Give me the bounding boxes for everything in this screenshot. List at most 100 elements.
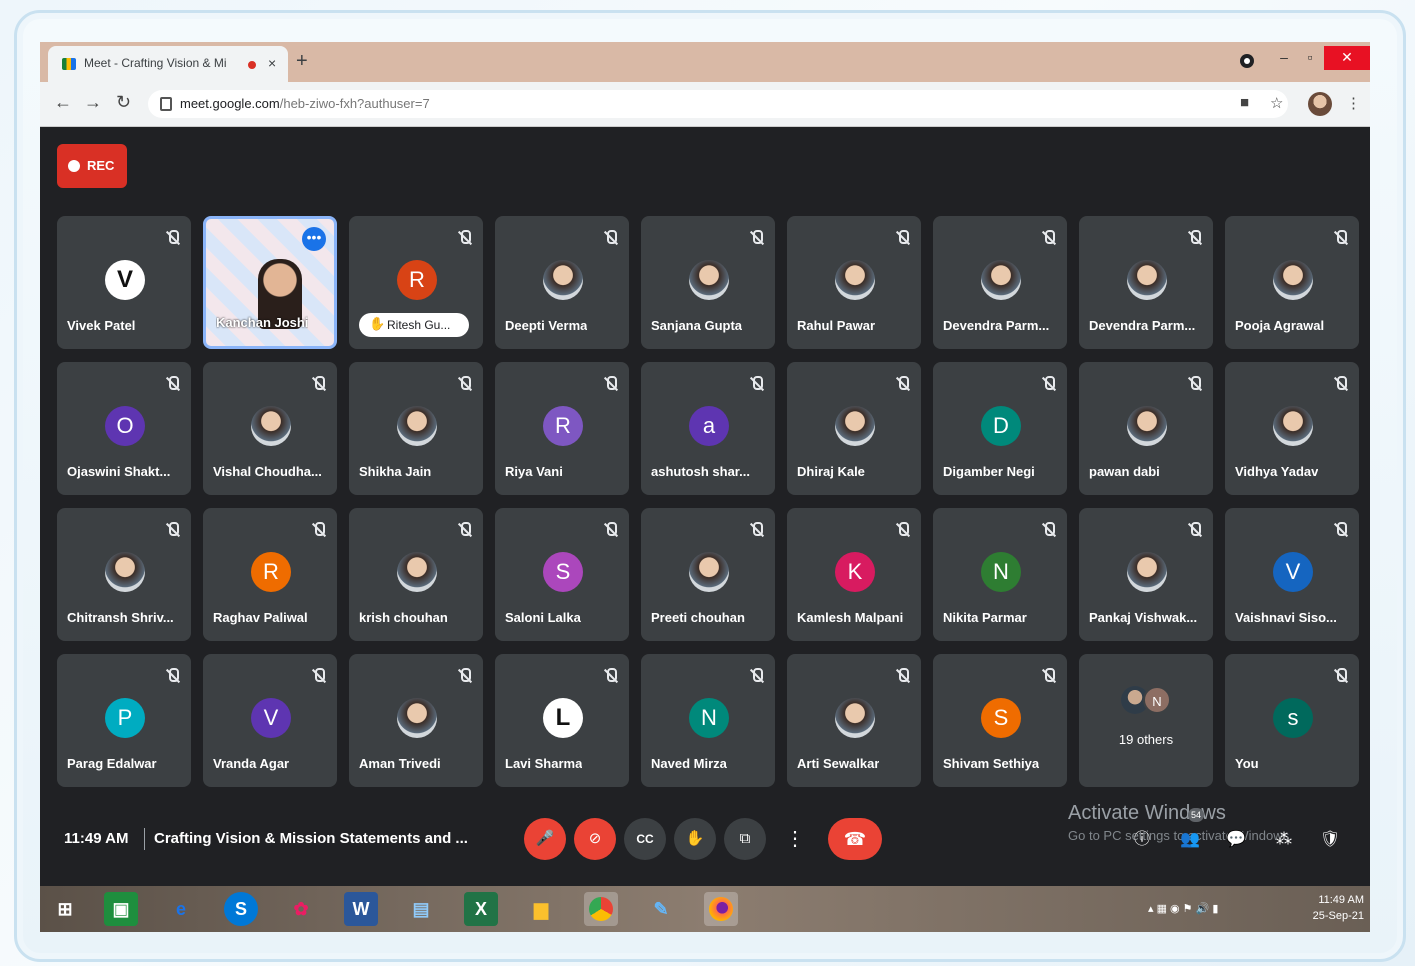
mic-muted-icon bbox=[165, 522, 179, 540]
participant-tile[interactable]: Arti Sewalkar bbox=[787, 654, 921, 787]
more-options-button[interactable]: ⋮ bbox=[774, 818, 816, 860]
participant-tile[interactable]: R Raghav Paliwal bbox=[203, 508, 337, 641]
participant-tile[interactable]: K Kamlesh Malpani bbox=[787, 508, 921, 641]
paint3d-icon[interactable]: ✎ bbox=[644, 892, 678, 926]
mic-muted-icon bbox=[311, 376, 325, 394]
tab-close-icon[interactable]: × bbox=[268, 55, 276, 71]
participant-tile[interactable]: D Digamber Negi bbox=[933, 362, 1067, 495]
avatar bbox=[1273, 260, 1313, 300]
participant-tile[interactable]: Devendra Parm... bbox=[1079, 216, 1213, 349]
mic-muted-icon bbox=[1333, 376, 1347, 394]
participant-tile[interactable]: Pankaj Vishwak... bbox=[1079, 508, 1213, 641]
profile-indicator-icon[interactable] bbox=[1240, 54, 1254, 68]
people-icon[interactable]: 👥 bbox=[1178, 828, 1202, 852]
others-avatars: N bbox=[1121, 686, 1177, 716]
participant-tile[interactable]: Dhiraj Kale bbox=[787, 362, 921, 495]
word-icon[interactable]: W bbox=[344, 892, 378, 926]
chat-icon[interactable]: 💬 bbox=[1224, 828, 1248, 852]
participant-tile[interactable]: Aman Trivedi bbox=[349, 654, 483, 787]
participant-tile[interactable]: N Naved Mirza bbox=[641, 654, 775, 787]
participant-tile[interactable]: Preeti chouhan bbox=[641, 508, 775, 641]
participant-tile[interactable]: a ashutosh shar... bbox=[641, 362, 775, 495]
avatar: V bbox=[105, 260, 145, 300]
participant-tile[interactable]: R ✋ Ritesh Gu... bbox=[349, 216, 483, 349]
notepad-icon[interactable]: ▤ bbox=[404, 892, 438, 926]
url-input[interactable]: meet.google.com/heb-ziwo-fxh?authuser=7 bbox=[148, 90, 1288, 118]
participant-name: Arti Sewalkar bbox=[797, 756, 880, 771]
bookmark-star-icon[interactable]: ☆ bbox=[1270, 94, 1283, 112]
internet-explorer-icon[interactable]: e bbox=[164, 892, 198, 926]
host-controls-icon[interactable]: 🛡 bbox=[1318, 828, 1342, 852]
meeting-details-icon[interactable]: ⓘ bbox=[1130, 828, 1154, 852]
participant-tile[interactable]: Devendra Parm... bbox=[933, 216, 1067, 349]
participant-tile[interactable]: N Nikita Parmar bbox=[933, 508, 1067, 641]
participant-tile[interactable]: L Lavi Sharma bbox=[495, 654, 629, 787]
participant-tile[interactable]: O Ojaswini Shakt... bbox=[57, 362, 191, 495]
divider bbox=[144, 828, 145, 850]
participant-tile[interactable]: Sanjana Gupta bbox=[641, 216, 775, 349]
raise-hand-button[interactable]: ✋ bbox=[674, 818, 716, 860]
participant-tile[interactable]: S Saloni Lalka bbox=[495, 508, 629, 641]
back-icon[interactable]: ← bbox=[54, 92, 72, 113]
camera-off-button[interactable]: ⊘ bbox=[574, 818, 616, 860]
file-explorer-icon[interactable]: ▆ bbox=[524, 892, 558, 926]
participant-tile[interactable]: N 19 others bbox=[1079, 654, 1213, 787]
windows-start-icon[interactable]: ⊞ bbox=[48, 892, 82, 926]
participant-tile[interactable]: V Vivek Patel bbox=[57, 216, 191, 349]
participant-tile[interactable]: P Parag Edalwar bbox=[57, 654, 191, 787]
participant-tile[interactable]: Pooja Agrawal bbox=[1225, 216, 1359, 349]
participant-tile[interactable]: S Shivam Sethiya bbox=[933, 654, 1067, 787]
mic-muted-icon bbox=[1187, 522, 1201, 540]
mic-off-button[interactable]: 🎤 bbox=[524, 818, 566, 860]
reload-icon[interactable]: ↻ bbox=[116, 92, 131, 113]
chrome-icon[interactable] bbox=[584, 892, 618, 926]
captions-button[interactable]: CC bbox=[624, 818, 666, 860]
mic-muted-icon bbox=[749, 376, 763, 394]
store-app-icon[interactable]: ▣ bbox=[104, 892, 138, 926]
participant-tile[interactable]: V Vranda Agar bbox=[203, 654, 337, 787]
participant-tile[interactable]: R Riya Vani bbox=[495, 362, 629, 495]
taskbar-clock[interactable]: 11:49 AM 25-Sep-21 bbox=[1294, 892, 1364, 924]
minimize-button[interactable]: – bbox=[1272, 46, 1296, 70]
participant-tile[interactable]: Vidhya Yadav bbox=[1225, 362, 1359, 495]
tab-strip: Meet - Crafting Vision & Mi × + – ▫ ✕ bbox=[40, 42, 1370, 82]
firefox-icon[interactable] bbox=[704, 892, 738, 926]
tab-meet[interactable]: Meet - Crafting Vision & Mi × bbox=[48, 46, 288, 82]
paint-app-icon[interactable]: ✿ bbox=[284, 892, 318, 926]
mic-muted-icon bbox=[895, 230, 909, 248]
excel-icon[interactable]: X bbox=[464, 892, 498, 926]
camera-in-use-icon[interactable]: ■ bbox=[1240, 94, 1249, 111]
browser-menu-icon[interactable]: ⋮ bbox=[1346, 94, 1361, 112]
participant-name: Kanchan Joshi bbox=[216, 315, 309, 330]
participant-tile[interactable]: Chitransh Shriv... bbox=[57, 508, 191, 641]
skype-icon[interactable]: S bbox=[224, 892, 258, 926]
participant-tile[interactable]: ••• Kanchan Joshi bbox=[203, 216, 337, 349]
participant-name: Kamlesh Malpani bbox=[797, 610, 904, 625]
avatar: N bbox=[1143, 686, 1171, 714]
maximize-button[interactable]: ▫ bbox=[1298, 46, 1322, 70]
participant-tile[interactable]: Vishal Choudha... bbox=[203, 362, 337, 495]
forward-icon[interactable]: → bbox=[84, 92, 102, 113]
avatar: a bbox=[689, 406, 729, 446]
participant-name: Vishal Choudha... bbox=[213, 464, 322, 479]
activities-icon[interactable]: ⁂ bbox=[1272, 828, 1296, 852]
participant-name: Vivek Patel bbox=[67, 318, 136, 333]
window-close-button[interactable]: ✕ bbox=[1324, 46, 1370, 70]
participant-tile[interactable]: Shikha Jain bbox=[349, 362, 483, 495]
profile-avatar[interactable] bbox=[1308, 92, 1332, 116]
mic-muted-icon bbox=[603, 668, 617, 686]
participant-tile[interactable]: Deepti Verma bbox=[495, 216, 629, 349]
avatar bbox=[689, 260, 729, 300]
meeting-time: 11:49 AM bbox=[64, 830, 129, 847]
participant-tile[interactable]: Rahul Pawar bbox=[787, 216, 921, 349]
mic-muted-icon bbox=[165, 376, 179, 394]
present-screen-button[interactable]: ⧉ bbox=[724, 818, 766, 860]
system-tray[interactable]: ▴ ▦ ◉ ⚑ 🔊 ▮ bbox=[1148, 902, 1218, 915]
participant-tile[interactable]: V Vaishnavi Siso... bbox=[1225, 508, 1359, 641]
more-options-icon[interactable]: ••• bbox=[302, 227, 326, 251]
leave-call-button[interactable]: ☎ bbox=[828, 818, 882, 860]
participant-tile[interactable]: s You bbox=[1225, 654, 1359, 787]
participant-tile[interactable]: krish chouhan bbox=[349, 508, 483, 641]
new-tab-button[interactable]: + bbox=[296, 50, 308, 73]
participant-tile[interactable]: pawan dabi bbox=[1079, 362, 1213, 495]
